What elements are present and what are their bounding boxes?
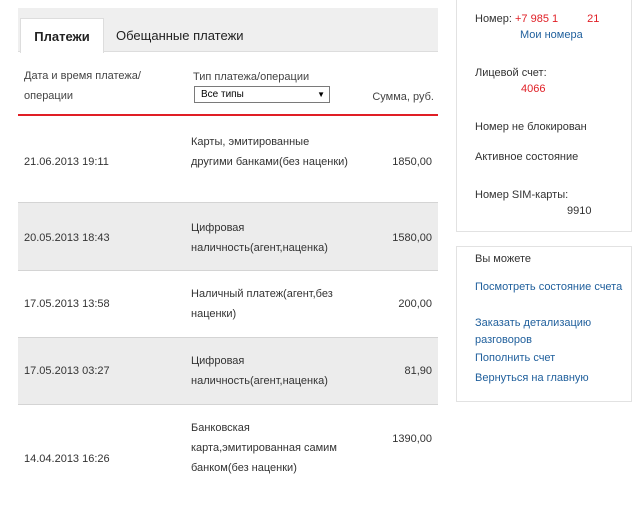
row-type: Цифровая наличность(агент,наценка) bbox=[191, 222, 328, 254]
payment-type-selected-value: Все типы bbox=[201, 89, 244, 100]
row-sum: 1850,00 bbox=[392, 156, 432, 168]
table-row: 21.06.2013 19:11 Карты, эмитированные др… bbox=[18, 116, 438, 203]
row-sum: 1390,00 bbox=[392, 433, 432, 445]
row-date: 17.05.2013 03:27 bbox=[24, 365, 110, 377]
row-type: Банковская карта,эмитированная самим бан… bbox=[191, 422, 337, 474]
phone-label: Номер: bbox=[475, 13, 512, 25]
my-numbers-link[interactable]: Мои номера bbox=[520, 27, 583, 43]
row-date: 20.05.2013 18:43 bbox=[24, 232, 110, 244]
row-type: Карты, эмитированные другими банками(без… bbox=[191, 136, 348, 168]
row-sum: 200,00 bbox=[398, 298, 432, 310]
row-date: 21.06.2013 19:11 bbox=[24, 156, 109, 168]
table-header: Дата и время платежа/операции Тип платеж… bbox=[18, 52, 438, 116]
account-label: Лицевой счет: bbox=[475, 67, 547, 79]
view-balance-link[interactable]: Посмотреть состояние счета bbox=[475, 279, 625, 296]
account-state: Активное состояние bbox=[475, 151, 579, 163]
tab-promised-payments[interactable]: Обещанные платежи bbox=[116, 18, 244, 53]
payments-panel: Платежи Обещанные платежи Дата и время п… bbox=[18, 8, 438, 508]
phone-suffix: 21 bbox=[587, 13, 600, 25]
row-type: Наличный платеж(агент,без наценки) bbox=[191, 288, 333, 320]
actions-panel: Вы можете Посмотреть состояние счета Зак… bbox=[456, 246, 632, 402]
back-home-link[interactable]: Вернуться на главную bbox=[475, 370, 625, 387]
table-row: 17.05.2013 03:27 Цифровая наличность(аге… bbox=[18, 338, 438, 405]
phone-prefix: +7 985 1 bbox=[514, 13, 559, 25]
table-row: 20.05.2013 18:43 Цифровая наличность(аге… bbox=[18, 203, 438, 271]
triangle-down-icon: ▼ bbox=[317, 90, 325, 99]
sim-label: Номер SIM-карты: bbox=[475, 189, 569, 201]
top-up-link[interactable]: Пополнить счет bbox=[475, 350, 625, 367]
payment-type-select[interactable]: Все типы ▼ bbox=[194, 86, 330, 103]
tab-bar: Платежи Обещанные платежи bbox=[18, 8, 438, 53]
column-header-type: Тип платежа/операции bbox=[193, 71, 310, 83]
row-date: 17.05.2013 13:58 bbox=[24, 298, 110, 310]
account-info-panel: Номер: +7 985 1 21 Мои номера Лицевой сч… bbox=[456, 0, 632, 232]
order-details-link[interactable]: Заказать детализацию разговоров bbox=[475, 315, 625, 349]
account-value: 4066 bbox=[521, 83, 546, 95]
row-type: Цифровая наличность(агент,наценка) bbox=[191, 355, 328, 387]
row-sum: 81,90 bbox=[404, 365, 432, 377]
phone-number: Номер: +7 985 1 21 bbox=[475, 11, 599, 27]
block-status: Номер не блокирован bbox=[475, 121, 587, 133]
tab-payments[interactable]: Платежи bbox=[20, 18, 104, 53]
row-sum: 1580,00 bbox=[392, 232, 432, 244]
table-row: 14.04.2013 16:26 Банковская карта,эмитир… bbox=[18, 405, 438, 505]
actions-title: Вы можете bbox=[475, 253, 531, 265]
table-row: 17.05.2013 13:58 Наличный платеж(агент,б… bbox=[18, 271, 438, 338]
column-header-date: Дата и время платежа/операции bbox=[24, 70, 141, 102]
row-date: 14.04.2013 16:26 bbox=[24, 453, 110, 465]
sim-value: 9910 bbox=[567, 205, 592, 217]
column-header-sum: Сумма, руб. bbox=[372, 91, 434, 103]
